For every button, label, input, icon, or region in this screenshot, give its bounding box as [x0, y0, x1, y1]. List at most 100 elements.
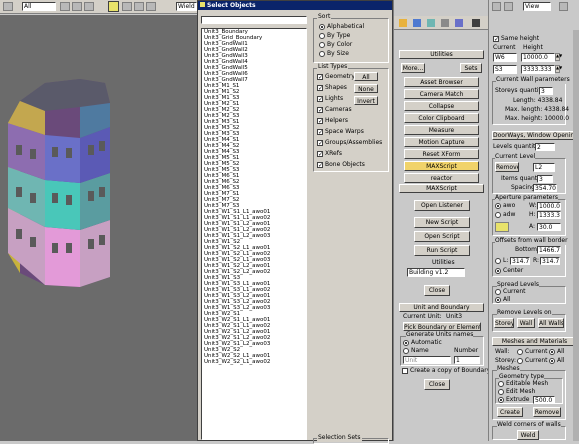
pick-boundary-button[interactable]: Pick Boundary or Element: [403, 322, 481, 331]
view-dropdown[interactable]: View: [523, 2, 551, 11]
current-storey-dropdown[interactable]: S3: [493, 65, 517, 74]
utility-button[interactable]: Collapse: [404, 101, 479, 111]
remove-storey-button[interactable]: Storey: [494, 318, 514, 328]
utility-button[interactable]: Color Clipboard: [404, 113, 479, 123]
doorways-rollout-header[interactable]: DoorWays, Window Openings: [492, 131, 579, 140]
aperture-a-input[interactable]: 30.0: [537, 223, 561, 231]
object-list[interactable]: Unit3_Boundary Unit3_Grid_Boundary Unit3_G…: [201, 28, 307, 440]
open-script-button[interactable]: Open Script: [414, 231, 470, 242]
toolbar-icon-1[interactable]: [492, 2, 501, 11]
storeys-qty-input[interactable]: 3: [539, 87, 553, 95]
current-wall-dropdown[interactable]: W6: [493, 53, 517, 62]
list-type-checkbox[interactable]: ✓: [317, 151, 323, 158]
wall-all-radio[interactable]: [549, 349, 555, 355]
sort-radio[interactable]: [319, 24, 325, 30]
rotate-icon[interactable]: [134, 2, 144, 11]
spread-all-radio[interactable]: [495, 297, 501, 303]
number-input[interactable]: 1: [454, 356, 480, 364]
automatic-radio[interactable]: [403, 340, 409, 346]
name-input[interactable]: Unit: [403, 356, 451, 364]
storey-current-radio[interactable]: [517, 358, 523, 364]
utility-button[interactable]: Asset Browser: [404, 77, 479, 87]
select-by-name-icon[interactable]: [84, 2, 94, 11]
aperture-height-input[interactable]: 1333.3: [537, 211, 561, 219]
center-radio[interactable]: [495, 268, 501, 274]
more-button[interactable]: More...: [401, 63, 425, 73]
utility-button[interactable]: reactor: [404, 173, 479, 183]
editable-mesh-radio[interactable]: [498, 381, 504, 387]
wall-height-input[interactable]: 10000.0: [521, 53, 555, 62]
awo-radio[interactable]: [495, 203, 501, 209]
create-mesh-button[interactable]: Create: [497, 407, 523, 417]
list-none-button[interactable]: None: [354, 84, 378, 93]
run-script-button[interactable]: Run Script: [414, 245, 470, 256]
filter-icon[interactable]: [3, 2, 13, 11]
utilities-script-dropdown[interactable]: Building v1.2: [407, 268, 465, 277]
weld-button[interactable]: Weld: [517, 430, 539, 440]
lr-radio[interactable]: [495, 258, 501, 264]
toolbar-icon-3[interactable]: [559, 2, 568, 11]
list-type-checkbox[interactable]: ✓: [317, 118, 323, 125]
select-tool-icon[interactable]: [60, 2, 70, 11]
same-height-checkbox[interactable]: ✓: [493, 36, 499, 43]
scale-icon[interactable]: [146, 2, 156, 11]
right-offset-input[interactable]: 314.7: [540, 257, 560, 265]
utility-button[interactable]: Motion Capture: [404, 137, 479, 147]
maxscript-rollout-header[interactable]: MAXScript: [399, 184, 484, 193]
perspective-viewport[interactable]: [0, 15, 197, 441]
copy-boundary-checkbox[interactable]: [402, 368, 408, 374]
create-tab-icon[interactable]: [399, 19, 407, 27]
motion-tab-icon[interactable]: [441, 19, 449, 27]
utility-button[interactable]: MAXScript: [404, 161, 479, 171]
list-type-checkbox[interactable]: ✓: [317, 140, 323, 147]
unit-close-button[interactable]: Close: [424, 379, 450, 390]
sets-button[interactable]: Sets: [460, 63, 482, 73]
name-radio[interactable]: [403, 348, 409, 354]
spread-current-radio[interactable]: [495, 289, 501, 295]
select-region-icon[interactable]: [72, 2, 82, 11]
display-tab-icon[interactable]: [455, 19, 463, 27]
toolbar-icon-2[interactable]: [504, 2, 513, 11]
current-level-dropdown[interactable]: L2: [533, 163, 555, 172]
new-script-button[interactable]: New Script: [414, 217, 470, 228]
dialog-titlebar[interactable]: Select Objects: [198, 1, 392, 10]
move-icon[interactable]: [122, 2, 132, 11]
reference-coordinate-dropdown[interactable]: Wield: [176, 2, 197, 11]
remove-wall-button[interactable]: Wall: [517, 318, 535, 328]
list-invert-button[interactable]: Invert: [354, 96, 378, 105]
sort-radio[interactable]: [319, 51, 325, 57]
sort-radio[interactable]: [319, 42, 325, 48]
list-type-checkbox[interactable]: ✓: [317, 107, 323, 114]
panel-scrollbar[interactable]: [573, 30, 579, 441]
storey-all-radio[interactable]: [549, 358, 555, 364]
bottom-offset-input[interactable]: 1466.7: [537, 246, 561, 254]
utility-button[interactable]: Measure: [404, 125, 479, 135]
meshes-materials-rollout-header[interactable]: Meshes and Materials: [492, 337, 577, 346]
wall-height-spinner[interactable]: ▲▼: [555, 53, 562, 61]
remove-level-button[interactable]: Remove: [495, 162, 519, 172]
storey-height-input[interactable]: 3333.333: [521, 65, 555, 74]
utility-button[interactable]: Reset XForm: [404, 149, 479, 159]
list-type-checkbox[interactable]: ✓: [317, 162, 323, 169]
wall-current-radio[interactable]: [517, 349, 523, 355]
unit-boundary-rollout-header[interactable]: Unit and Boundary: [399, 303, 484, 312]
list-type-checkbox[interactable]: ✓: [317, 96, 323, 103]
list-type-checkbox[interactable]: ✓: [317, 85, 323, 92]
maxscript-close-button[interactable]: Close: [424, 285, 450, 296]
object-search-input[interactable]: [201, 16, 307, 24]
utility-button[interactable]: Camera Match: [404, 89, 479, 99]
spacing-input[interactable]: 354.709: [533, 184, 557, 192]
list-type-checkbox[interactable]: ✓: [317, 129, 323, 136]
open-listener-button[interactable]: Open Listener: [414, 200, 470, 211]
object-list-item[interactable]: Unit3_W2_S2_L1_awo02: [202, 359, 306, 365]
levels-qty-input[interactable]: 2: [535, 143, 555, 151]
adw-radio[interactable]: [495, 212, 501, 218]
items-qty-input[interactable]: 3: [537, 175, 553, 183]
selection-filter-dropdown[interactable]: All: [22, 2, 56, 11]
aperture-width-input[interactable]: 1000.0: [537, 202, 561, 210]
utilities-tab-icon[interactable]: [472, 19, 480, 27]
left-offset-input[interactable]: 314.7: [510, 257, 530, 265]
selected-tool-icon[interactable]: [108, 1, 119, 12]
remove-all-walls-button[interactable]: All Walls: [538, 318, 564, 328]
extrude-input[interactable]: 500.0: [533, 396, 555, 404]
